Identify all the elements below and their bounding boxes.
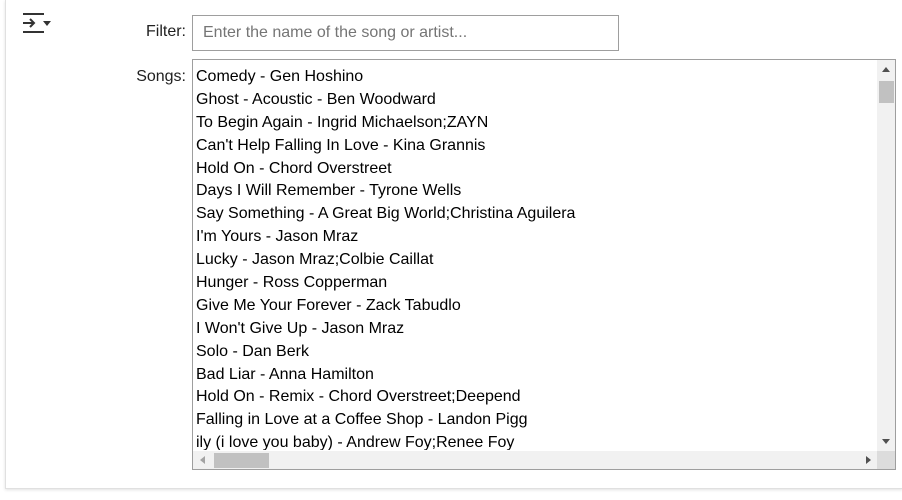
- scroll-down-arrow-icon[interactable]: [882, 439, 890, 444]
- song-option[interactable]: Hunger - Ross Copperman: [196, 272, 876, 295]
- song-option[interactable]: To Begin Again - Ingrid Michaelson;ZAYN: [196, 112, 876, 135]
- song-option[interactable]: Bad Liar - Anna Hamilton: [196, 364, 876, 387]
- song-option[interactable]: Hold On - Chord Overstreet: [196, 158, 876, 181]
- song-option[interactable]: Hold On - Remix - Chord Overstreet;Deepe…: [196, 386, 876, 409]
- song-option[interactable]: Days I Will Remember - Tyrone Wells: [196, 180, 876, 203]
- horizontal-scroll-thumb[interactable]: [214, 453, 269, 468]
- song-option[interactable]: Comedy - Gen Hoshino: [196, 66, 876, 89]
- songs-label: Songs:: [136, 68, 186, 85]
- song-option[interactable]: Give Me Your Forever - Zack Tabudlo: [196, 295, 876, 318]
- scrollbar-corner: [877, 451, 895, 469]
- song-option[interactable]: ily (i love you baby) - Andrew Foy;Renee…: [196, 432, 876, 450]
- song-option[interactable]: Lucky - Jason Mraz;Colbie Caillat: [196, 249, 876, 272]
- song-option[interactable]: Ghost - Acoustic - Ben Woodward: [196, 89, 876, 112]
- filter-input[interactable]: [192, 15, 619, 51]
- scroll-left-arrow-icon[interactable]: [200, 456, 205, 464]
- song-option[interactable]: Solo - Dan Berk: [196, 341, 876, 364]
- songs-select-list[interactable]: Comedy - Gen Hoshino Ghost - Acoustic - B…: [192, 59, 896, 470]
- song-option[interactable]: I'm Yours - Jason Mraz: [196, 226, 876, 249]
- vertical-scrollbar[interactable]: [877, 60, 895, 451]
- song-option[interactable]: Can't Help Falling In Love - Kina Granni…: [196, 135, 876, 158]
- song-option[interactable]: Say Something - A Great Big World;Christ…: [196, 203, 876, 226]
- filter-label: Filter:: [146, 23, 186, 40]
- widget-panel: Filter: Songs: Comedy - Gen HoshinoGhost…: [5, 0, 902, 489]
- song-option[interactable]: I Won't Give Up - Jason Mraz: [196, 318, 876, 341]
- vertical-scroll-thumb[interactable]: [879, 81, 894, 103]
- song-items: Comedy - Gen Hoshino Ghost - Acoustic - B…: [196, 66, 876, 450]
- horizontal-scrollbar[interactable]: [193, 451, 877, 469]
- scroll-right-arrow-icon[interactable]: [866, 456, 871, 464]
- song-option[interactable]: Falling in Love at a Coffee Shop - Lando…: [196, 409, 876, 432]
- scroll-up-arrow-icon[interactable]: [882, 67, 890, 72]
- collapse-toggle-icon[interactable]: [22, 12, 54, 38]
